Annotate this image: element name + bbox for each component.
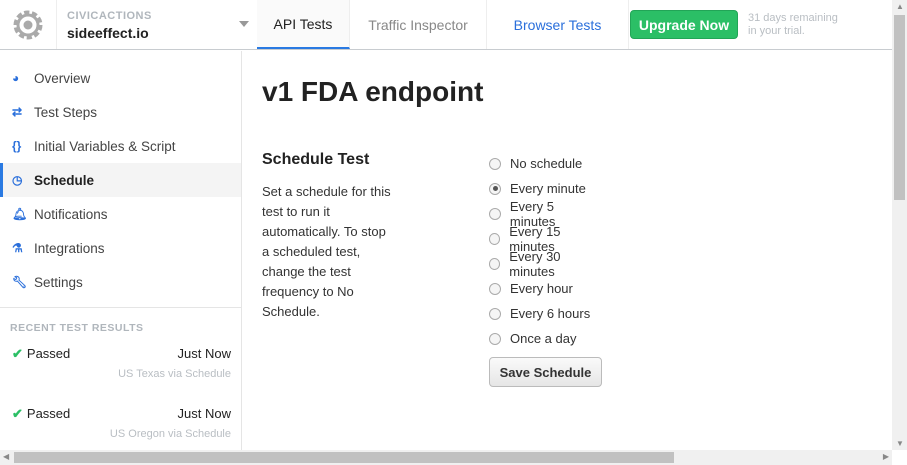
result-status: Passed [26, 406, 71, 421]
check-icon: ✔ [12, 346, 23, 361]
exchange-icon: ⇄ [12, 105, 23, 119]
radio-icon [489, 282, 501, 295]
section-title: Schedule Test [262, 151, 370, 168]
save-schedule-button[interactable]: Save Schedule [489, 357, 602, 387]
check-icon: ✔ [12, 406, 23, 421]
sidebar-item-overview[interactable]: ◕ Overview [0, 61, 241, 95]
sidebar-item-label: Schedule [34, 172, 95, 188]
recent-results-heading: RECENT TEST RESULTS [10, 322, 144, 334]
radio-label: Once a day [510, 331, 577, 346]
sidebar-item-notifications[interactable]: 🔔︎ Notifications [0, 197, 241, 231]
radio-icon [489, 257, 501, 270]
sidebar-item-label: Notifications [34, 206, 108, 222]
horizontal-scrollbar[interactable]: ◀ ▶ [0, 450, 892, 465]
radio-icon [489, 307, 501, 320]
top-bar: CIVICACTIONS sideeffect.io API Tests Tra… [0, 0, 892, 50]
sidebar-item-integrations[interactable]: ⚗ Integrations [0, 231, 241, 265]
result-time: Just Now [177, 346, 231, 361]
sidebar-item-label: Test Steps [34, 104, 98, 120]
scroll-down-icon[interactable]: ▼ [896, 439, 904, 448]
result-item[interactable]: ✔ Passed Just Now US Oregon via Schedule [0, 394, 241, 454]
result-status: Passed [26, 346, 71, 361]
clock-icon: ◷ [12, 173, 23, 187]
braces-icon: {} [12, 139, 22, 153]
scrollbar-thumb[interactable] [14, 452, 674, 463]
bell-icon: 🔔︎ [12, 207, 28, 221]
radio-every-5-minutes[interactable]: Every 5 minutes [489, 199, 602, 229]
scroll-up-icon[interactable]: ▲ [896, 2, 904, 11]
radio-icon [489, 232, 501, 245]
project-name: sideeffect.io [67, 25, 149, 41]
chevron-down-icon [239, 21, 249, 27]
radio-no-schedule[interactable]: No schedule [489, 151, 602, 176]
project-selector[interactable]: CIVICACTIONS sideeffect.io [57, 0, 257, 49]
wrench-icon: 🔧︎ [12, 275, 28, 289]
dashboard-icon: ◕ [12, 71, 20, 85]
sidebar-item-label: Integrations [34, 240, 105, 256]
schedule-options: No schedule Every minute Every 5 minutes… [489, 151, 602, 387]
tab-traffic-inspector[interactable]: Traffic Inspector [350, 0, 487, 49]
org-name: CIVICACTIONS [67, 10, 152, 22]
sidebar-item-settings[interactable]: 🔧︎ Settings [0, 265, 241, 299]
radio-every-30-minutes[interactable]: Every 30 minutes [489, 248, 602, 279]
result-time: Just Now [177, 406, 231, 421]
gear-logo-icon[interactable] [0, 0, 57, 49]
sidebar-item-test-steps[interactable]: ⇄ Test Steps [0, 95, 241, 129]
sidebar-item-label: Overview [34, 70, 91, 86]
section-description: Set a schedule for this test to run it a… [262, 184, 391, 319]
sidebar-item-variables[interactable]: {} Initial Variables & Script [0, 129, 241, 163]
vertical-scrollbar[interactable]: ▲ ▼ [892, 0, 907, 450]
radio-every-15-minutes[interactable]: Every 15 minutes [489, 224, 602, 254]
radio-every-hour[interactable]: Every hour [489, 276, 602, 301]
radio-icon [489, 207, 501, 220]
tab-browser-tests[interactable]: Browser Tests [487, 0, 629, 49]
result-item[interactable]: ✔ Passed Just Now US Texas via Schedule [0, 334, 241, 394]
radio-label: Every minute [510, 181, 586, 196]
sidebar-item-label: Settings [34, 274, 83, 290]
page-title: v1 FDA endpoint [262, 76, 484, 107]
radio-label: No schedule [510, 156, 583, 171]
radio-label: Every hour [510, 281, 573, 296]
flask-icon: ⚗ [12, 241, 23, 255]
radio-label: Every 30 minutes [509, 248, 561, 279]
radio-every-6-hours[interactable]: Every 6 hours [489, 301, 602, 326]
scroll-left-icon[interactable]: ◀ [3, 452, 9, 461]
radio-icon [489, 332, 501, 345]
upgrade-now-button[interactable]: Upgrade Now [630, 10, 738, 39]
sidebar-item-label: Initial Variables & Script [34, 138, 176, 154]
result-location: US Oregon via Schedule [109, 428, 231, 440]
sidebar: ◕ Overview ⇄ Test Steps {} Initial Variable… [0, 51, 242, 451]
scroll-right-icon[interactable]: ▶ [883, 452, 889, 461]
tab-api-tests[interactable]: API Tests [257, 0, 350, 49]
result-location: US Texas via Schedule [118, 368, 231, 380]
radio-icon [489, 157, 501, 170]
trial-notice: 31 days remaining in your trial. [748, 12, 838, 38]
main-content: v1 FDA endpoint Schedule Test Set a sche… [262, 51, 602, 387]
trial-line-1: 31 days remaining [748, 12, 838, 24]
sidebar-item-schedule[interactable]: ◷ Schedule [0, 163, 241, 197]
scrollbar-thumb[interactable] [894, 15, 905, 200]
radio-every-minute[interactable]: Every minute [489, 176, 602, 201]
trial-line-2: in your trial. [748, 25, 805, 37]
radio-once-a-day[interactable]: Once a day [489, 326, 602, 351]
radio-label: Every 6 hours [510, 306, 591, 321]
radio-selected-icon [489, 182, 501, 195]
